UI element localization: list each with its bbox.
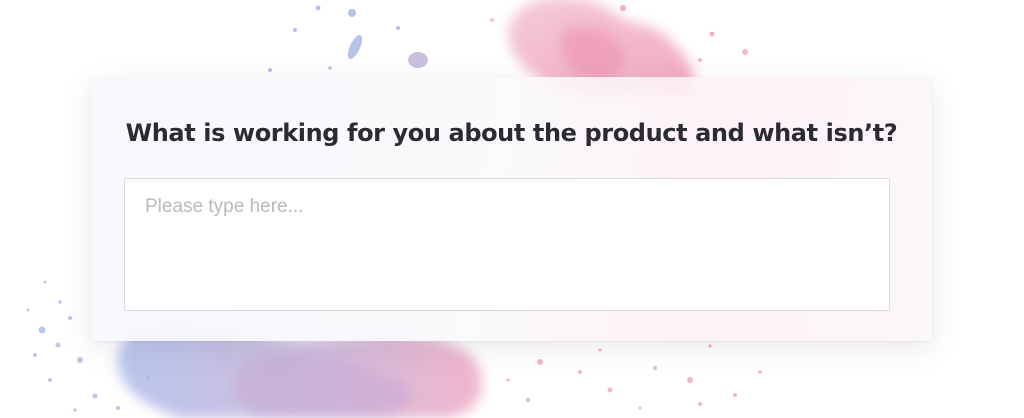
answer-textarea[interactable] xyxy=(124,178,890,311)
question-title: What is working for you about the produc… xyxy=(125,119,898,147)
survey-question-card: What is working for you about the produc… xyxy=(91,77,932,341)
blue-speckles-top xyxy=(268,5,428,72)
pink-speckles-bottom xyxy=(506,344,762,410)
page-background: What is working for you about the produc… xyxy=(0,0,1024,418)
